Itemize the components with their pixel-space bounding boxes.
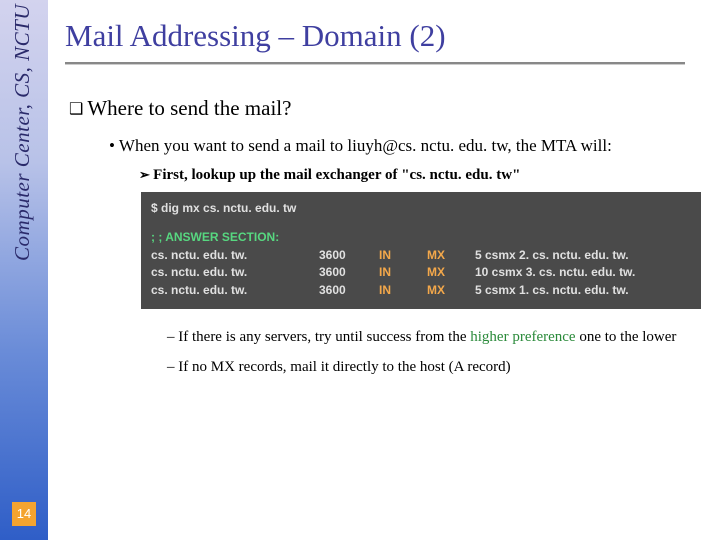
bullet-question: Where to send the mail? bbox=[69, 96, 700, 121]
col-class: IN bbox=[379, 264, 427, 281]
col-name: cs. nctu. edu. tw. bbox=[151, 282, 319, 299]
col-name: cs. nctu. edu. tw. bbox=[151, 264, 319, 281]
col-data: 5 csmx 2. cs. nctu. edu. tw. bbox=[475, 247, 629, 264]
sidebar-label: Computer Center, CS, NCTU bbox=[10, 4, 35, 261]
terminal-answer-header: ; ; ANSWER SECTION: bbox=[151, 229, 691, 246]
terminal-block: $ dig mx cs. nctu. edu. tw ; ; ANSWER SE… bbox=[141, 192, 701, 309]
note-line: If no MX records, mail it directly to th… bbox=[167, 357, 700, 377]
bullet-sub: When you want to send a mail to liuyh@cs… bbox=[109, 135, 700, 157]
bullet-step: First, lookup up the mail exchanger of "… bbox=[139, 167, 700, 184]
col-data: 10 csmx 3. cs. nctu. edu. tw. bbox=[475, 264, 635, 281]
col-ttl: 3600 bbox=[319, 264, 379, 281]
note-line: If there is any servers, try until succe… bbox=[167, 327, 700, 347]
title-underline bbox=[65, 62, 685, 64]
col-ttl: 3600 bbox=[319, 282, 379, 299]
col-type: MX bbox=[427, 282, 475, 299]
col-class: IN bbox=[379, 247, 427, 264]
col-name: cs. nctu. edu. tw. bbox=[151, 247, 319, 264]
note-text-a: If there is any servers, try until succe… bbox=[178, 329, 470, 345]
col-data: 5 csmx 1. cs. nctu. edu. tw. bbox=[475, 282, 629, 299]
slide-content: Mail Addressing – Domain (2) Where to se… bbox=[65, 18, 700, 388]
sidebar: Computer Center, CS, NCTU bbox=[0, 0, 48, 540]
page-title: Mail Addressing – Domain (2) bbox=[65, 18, 700, 54]
page-number: 14 bbox=[12, 502, 36, 526]
note-highlight: higher preference bbox=[470, 329, 575, 345]
note-text-b: one to the lower bbox=[576, 329, 677, 345]
terminal-command: $ dig mx cs. nctu. edu. tw bbox=[151, 200, 691, 217]
col-ttl: 3600 bbox=[319, 247, 379, 264]
terminal-row: cs. nctu. edu. tw.3600INMX10 csmx 3. cs.… bbox=[151, 264, 691, 281]
step-quoted: "cs. nctu. edu. tw" bbox=[401, 167, 520, 183]
col-type: MX bbox=[427, 247, 475, 264]
col-class: IN bbox=[379, 282, 427, 299]
step-text: First, lookup up the mail exchanger of bbox=[153, 167, 401, 183]
col-type: MX bbox=[427, 264, 475, 281]
terminal-row: cs. nctu. edu. tw.3600INMX5 csmx 2. cs. … bbox=[151, 247, 691, 264]
terminal-row: cs. nctu. edu. tw.3600INMX5 csmx 1. cs. … bbox=[151, 282, 691, 299]
